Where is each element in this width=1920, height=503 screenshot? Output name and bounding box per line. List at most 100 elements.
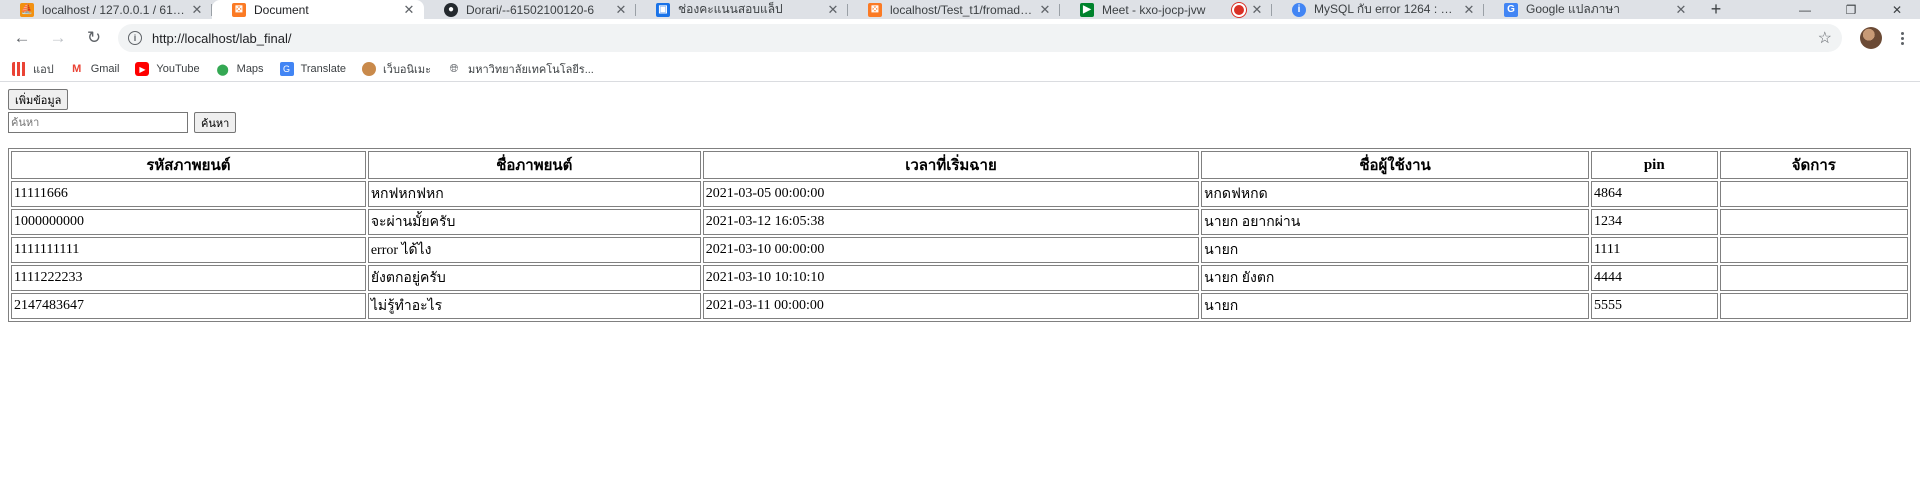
- forward-icon[interactable]: →: [44, 24, 72, 52]
- tab-title: Document: [254, 2, 309, 17]
- close-icon[interactable]: ✕: [826, 2, 840, 17]
- column-header: รหัสภาพยนต์: [11, 151, 366, 179]
- cell-movie-id: 2147483647: [11, 293, 366, 319]
- new-tab-button[interactable]: +: [1702, 0, 1730, 19]
- cell-manage: [1719, 209, 1908, 235]
- close-icon[interactable]: ✕: [1250, 2, 1264, 17]
- browser-chrome: ⛵ localhost / 127.0.0.1 / 6150… ✕ ⊠ Docu…: [0, 0, 1920, 82]
- tab-title: localhost / 127.0.0.1 / 6150…: [42, 2, 186, 17]
- close-icon[interactable]: ✕: [1462, 2, 1476, 17]
- bookmark-maps[interactable]: ⬤ Maps: [216, 62, 264, 76]
- reload-icon[interactable]: ↻: [80, 24, 108, 52]
- cell-movie-id: 1000000000: [11, 209, 366, 235]
- tab-github[interactable]: ● Dorari/--61502100120-6 ✕: [424, 0, 636, 19]
- tab-fromadd[interactable]: ⊠ localhost/Test_t1/fromadd.p… ✕: [848, 0, 1060, 19]
- add-data-button[interactable]: เพิ่มข้อมูล: [8, 89, 69, 110]
- table-row: 1000000000 จะผ่านมั้ยครับ 2021-03-12 16:…: [11, 209, 1908, 235]
- bookmark-label: YouTube: [156, 63, 200, 75]
- anime-site-icon: [362, 62, 377, 76]
- tab-strip: ⛵ localhost / 127.0.0.1 / 6150… ✕ ⊠ Docu…: [0, 0, 1920, 19]
- bookmarks-bar: แอป M Gmail ▶ YouTube ⬤ Maps G Translate…: [0, 57, 1920, 82]
- browser-toolbar: ← → ↻ i http://localhost/lab_final/ ☆: [0, 19, 1920, 57]
- cell-pin: 1234: [1590, 209, 1718, 235]
- cell-movie-name: error ได้ไง: [367, 237, 701, 263]
- minimize-icon[interactable]: —: [1782, 0, 1828, 19]
- youtube-icon: ▶: [135, 62, 150, 76]
- bookmark-university[interactable]: 🌐︎ มหาวิทยาลัยเทคโนโลยีร...: [447, 60, 594, 78]
- table-header-row: รหัสภาพยนต์ ชื่อภาพยนต์ เวลาที่เริ่มฉาย …: [11, 151, 1908, 179]
- recording-icon: [1232, 2, 1246, 17]
- tab-title: Meet - kxo-jocp-jvw: [1102, 2, 1206, 17]
- cell-manage: [1719, 293, 1908, 319]
- bookmark-label: เว็บอนิเมะ: [383, 64, 431, 76]
- column-header: ชื่อภาพยนต์: [367, 151, 701, 179]
- cell-movie-id: 1111222233: [11, 265, 366, 291]
- cell-start-time: 2021-03-10 00:00:00: [702, 237, 1200, 263]
- bookmark-apps[interactable]: แอป: [12, 60, 54, 78]
- cell-user-name: นายก: [1201, 237, 1589, 263]
- search-form: ค้นหา: [8, 112, 1912, 133]
- browser-menu-icon[interactable]: [1892, 31, 1912, 45]
- bookmark-anime[interactable]: เว็บอนิเมะ: [362, 60, 431, 78]
- bookmark-translate[interactable]: G Translate: [279, 62, 346, 76]
- window-controls: — ❐ ✕: [1782, 0, 1920, 19]
- cell-movie-name: จะผ่านมั้ยครับ: [367, 209, 701, 235]
- page-content: เพิ่มข้อมูล ค้นหา รหัสภาพยนต์ ชื่อภาพยนต…: [0, 82, 1920, 322]
- restore-icon[interactable]: ❐: [1828, 0, 1874, 19]
- close-icon[interactable]: ✕: [1674, 2, 1688, 17]
- google-meet-icon: ▶: [1080, 2, 1094, 17]
- translate-icon: G: [279, 62, 294, 76]
- table-row: 11111666 หกฟหกฟหก 2021-03-05 00:00:00 หก…: [11, 181, 1908, 207]
- search-button[interactable]: ค้นหา: [194, 112, 237, 133]
- avatar[interactable]: [1860, 27, 1882, 49]
- cell-user-name: หกดฟหกด: [1201, 181, 1589, 207]
- globe-icon: 🌐︎: [449, 62, 459, 75]
- tab-mysql-error[interactable]: i MySQL กับ error 1264 : Out… ✕: [1272, 0, 1484, 19]
- close-icon[interactable]: ✕: [190, 2, 204, 17]
- bookmark-label: มหาวิทยาลัยเทคโนโลยีร...: [467, 64, 594, 76]
- cell-start-time: 2021-03-11 00:00:00: [702, 293, 1200, 319]
- address-url[interactable]: http://localhost/lab_final/: [152, 31, 1818, 46]
- cell-pin: 4864: [1590, 181, 1718, 207]
- tab-meet[interactable]: ▶ Meet - kxo-jocp-jvw ✕: [1060, 0, 1272, 19]
- bookmark-label: Maps: [236, 63, 264, 75]
- tab-title: Dorari/--61502100120-6: [466, 2, 595, 17]
- cell-manage: [1719, 181, 1908, 207]
- cell-pin: 4444: [1590, 265, 1718, 291]
- close-icon[interactable]: ✕: [614, 2, 628, 17]
- bookmark-label: แอป: [33, 64, 54, 76]
- movie-table: รหัสภาพยนต์ ชื่อภาพยนต์ เวลาที่เริ่มฉาย …: [8, 148, 1911, 322]
- google-translate-icon: G: [1504, 2, 1518, 17]
- table-row: 1111111111 error ได้ไง 2021-03-10 00:00:…: [11, 237, 1908, 263]
- xampp-icon: ⊠: [868, 2, 882, 17]
- back-icon[interactable]: ←: [8, 24, 36, 52]
- apps-grid-icon: [12, 62, 26, 76]
- tab-phpmyadmin[interactable]: ⛵ localhost / 127.0.0.1 / 6150… ✕: [0, 0, 212, 19]
- cell-manage: [1719, 265, 1908, 291]
- bookmark-youtube[interactable]: ▶ YouTube: [135, 62, 200, 76]
- cell-user-name: นายก อยากผ่าน: [1201, 209, 1589, 235]
- bookmark-star-icon[interactable]: ☆: [1818, 28, 1832, 48]
- search-input[interactable]: [8, 112, 188, 133]
- google-classroom-icon: ▣: [656, 2, 670, 17]
- table-row: 2147483647 ไม่รู้ทำอะไร 2021-03-11 00:00…: [11, 293, 1908, 319]
- close-window-icon[interactable]: ✕: [1874, 0, 1920, 19]
- cell-manage: [1719, 237, 1908, 263]
- cell-user-name: นายก ยังตก: [1201, 265, 1589, 291]
- site-info-icon[interactable]: i: [128, 31, 142, 45]
- bookmark-gmail[interactable]: M Gmail: [70, 62, 119, 76]
- cell-movie-id: 1111111111: [11, 237, 366, 263]
- cell-movie-name: ยังตกอยู่ครับ: [367, 265, 701, 291]
- tab-title: localhost/Test_t1/fromadd.p…: [890, 2, 1034, 17]
- close-icon[interactable]: ✕: [402, 2, 416, 17]
- address-bar[interactable]: i http://localhost/lab_final/ ☆: [118, 24, 1842, 52]
- table-row: 1111222233 ยังตกอยู่ครับ 2021-03-10 10:1…: [11, 265, 1908, 291]
- cell-movie-name: ไม่รู้ทำอะไร: [367, 293, 701, 319]
- close-icon[interactable]: ✕: [1038, 2, 1052, 17]
- tab-classroom[interactable]: ▣ ช่องคะแนนสอบแล็ป ✕: [636, 0, 848, 19]
- tab-document[interactable]: ⊠ Document ✕: [212, 0, 424, 19]
- column-header: pin: [1590, 151, 1718, 179]
- maps-pin-icon: ⬤: [216, 63, 229, 76]
- tab-google-translate[interactable]: G Google แปลภาษา ✕: [1484, 0, 1696, 19]
- tab-title: ช่องคะแนนสอบแล็ป: [678, 2, 783, 16]
